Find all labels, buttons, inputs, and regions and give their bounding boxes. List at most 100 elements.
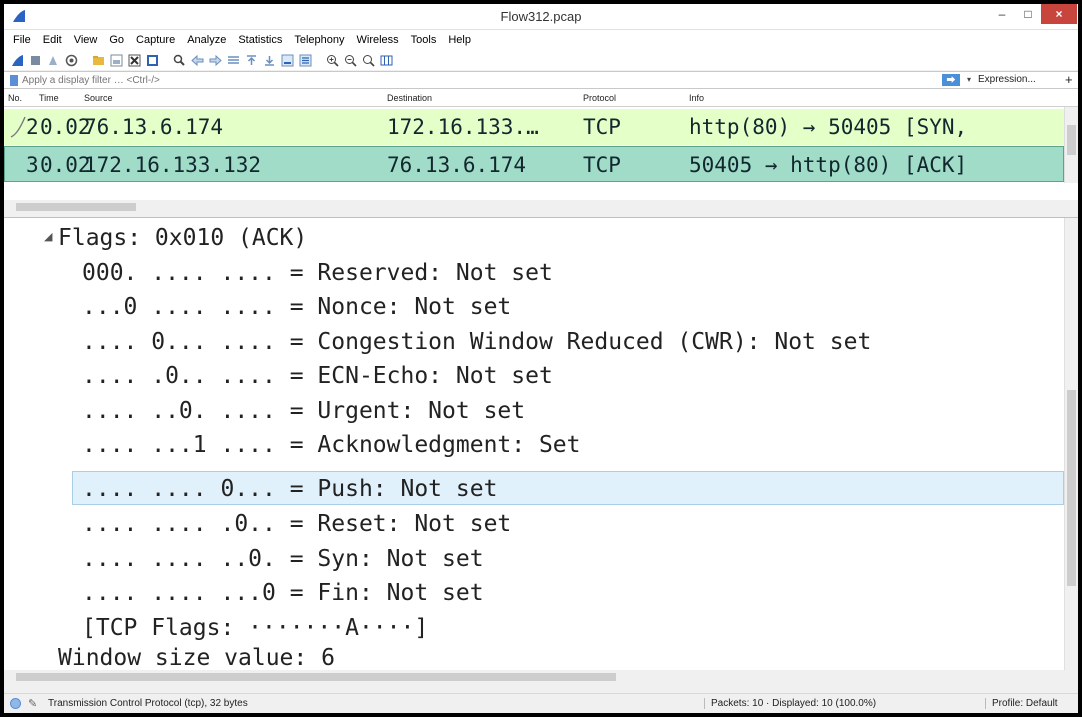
bookmark-icon[interactable] (10, 75, 18, 86)
wireshark-window: Flow312.pcap – □ × File Edit View Go Cap… (4, 4, 1078, 713)
filter-history-dropdown[interactable]: ▾ (963, 74, 975, 86)
packet-protocol: TCP (583, 153, 621, 177)
reload-icon[interactable] (145, 53, 160, 68)
menu-wireless[interactable]: Wireless (351, 34, 405, 46)
stop-icon[interactable] (28, 53, 43, 68)
options-icon[interactable] (64, 53, 79, 68)
shark-fin-start-icon[interactable] (10, 53, 25, 68)
column-header-no[interactable]: No. (8, 93, 22, 103)
toolbar-separator (163, 53, 169, 68)
packet-source: 172.16.133.132 (84, 153, 262, 177)
detail-tree-item[interactable]: [TCP Flags: ·······A····] (82, 611, 428, 645)
menu-analyze[interactable]: Analyze (181, 34, 232, 46)
column-header-destination[interactable]: Destination (387, 93, 432, 103)
save-icon[interactable] (109, 53, 124, 68)
column-header-source[interactable]: Source (84, 93, 113, 103)
capture-comment-icon[interactable]: ✎ (28, 697, 37, 710)
detail-tree-item[interactable]: .... 0... .... = Congestion Window Reduc… (82, 325, 871, 359)
packet-list-vertical-scrollbar[interactable] (1064, 107, 1078, 183)
collapse-arrow-icon[interactable]: ◢ (44, 230, 52, 243)
find-icon[interactable] (172, 53, 187, 68)
detail-tree-item[interactable]: .... .... .0.. = Reset: Not set (82, 507, 511, 541)
zoom-in-icon[interactable] (325, 53, 340, 68)
last-icon[interactable] (262, 53, 277, 68)
minimize-button[interactable]: – (989, 4, 1015, 24)
main-toolbar (4, 50, 1078, 70)
detail-tree-item[interactable]: ...0 .... .... = Nonce: Not set (82, 290, 511, 324)
detail-tree-item[interactable]: .... .... ..0. = Syn: Not set (82, 542, 484, 576)
packet-protocol: TCP (583, 115, 621, 139)
packet-row-selected[interactable]: 3 0.02 172.16.133.132 76.13.6.174 TCP 50… (4, 146, 1064, 182)
packet-list: No. Time Source Destination Protocol Inf… (4, 89, 1078, 214)
packet-time: 0.02 (40, 115, 91, 139)
status-packet-counts: Packets: 10 · Displayed: 10 (100.0%) (704, 698, 876, 709)
packet-no: 2 (26, 115, 39, 139)
apply-filter-button[interactable]: ⮕ (942, 74, 960, 86)
autoscroll-icon[interactable] (280, 53, 295, 68)
packet-row[interactable]: 2 0.02 76.13.6.174 172.16.133.… TCP http… (4, 109, 1064, 145)
toolbar-separator (82, 53, 88, 68)
packet-destination: 76.13.6.174 (387, 153, 527, 177)
menu-statistics[interactable]: Statistics (232, 34, 288, 46)
menu-telephony[interactable]: Telephony (288, 34, 350, 46)
packet-info: 50405 → http(80) [ACK] (689, 153, 968, 177)
forward-icon[interactable] (208, 53, 223, 68)
packet-list-horizontal-scrollbar[interactable] (4, 200, 1078, 214)
back-icon[interactable] (190, 53, 205, 68)
menu-file[interactable]: File (7, 34, 37, 46)
expression-button[interactable]: Expression... (978, 74, 1036, 85)
open-folder-icon[interactable] (91, 53, 106, 68)
packet-source: 76.13.6.174 (84, 115, 224, 139)
toolbar-separator (316, 53, 322, 68)
close-file-icon[interactable] (127, 53, 142, 68)
colorize-icon[interactable] (298, 53, 313, 68)
menu-help[interactable]: Help (442, 34, 477, 46)
detail-tree-item-selected[interactable]: .... .... 0... = Push: Not set (72, 471, 1064, 505)
zoom-reset-icon[interactable] (361, 53, 376, 68)
menu-tools[interactable]: Tools (405, 34, 443, 46)
detail-tree-item[interactable]: .... ..0. .... = Urgent: Not set (82, 394, 525, 428)
zoom-out-icon[interactable] (343, 53, 358, 68)
packet-no: 3 (26, 153, 39, 177)
packet-destination: 172.16.133.… (387, 115, 539, 139)
scrollbar-thumb[interactable] (16, 673, 616, 681)
display-filter-bar: ⮕ ▾ Expression... + (4, 71, 1078, 89)
window-title: Flow312.pcap (500, 9, 582, 24)
title-bar: Flow312.pcap – □ × (4, 4, 1078, 30)
close-button[interactable]: × (1041, 4, 1077, 24)
packet-info: http(80) → 50405 [SYN, (689, 115, 968, 139)
detail-tree-item[interactable]: .... ...1 .... = Acknowledgment: Set (82, 428, 581, 462)
first-icon[interactable] (244, 53, 259, 68)
packet-list-header: No. Time Source Destination Protocol Inf… (4, 89, 1078, 107)
column-header-time[interactable]: Time (39, 93, 59, 103)
packet-time: 0.02 (40, 153, 91, 177)
column-header-info[interactable]: Info (689, 93, 704, 103)
menu-go[interactable]: Go (103, 34, 130, 46)
scrollbar-thumb[interactable] (1067, 390, 1076, 586)
scrollbar-thumb[interactable] (1067, 125, 1076, 155)
menu-view[interactable]: View (68, 34, 104, 46)
restart-icon[interactable] (46, 53, 61, 68)
status-bar: ✎ Transmission Control Protocol (tcp), 3… (4, 693, 1078, 713)
column-header-protocol[interactable]: Protocol (583, 93, 616, 103)
detail-tree-item[interactable]: .... .0.. .... = ECN-Echo: Not set (82, 359, 553, 393)
status-field-info: Transmission Control Protocol (tcp), 32 … (48, 698, 248, 709)
profile-selector[interactable]: Profile: Default (985, 698, 1058, 709)
add-filter-button[interactable]: + (1065, 72, 1073, 87)
details-horizontal-scrollbar[interactable] (4, 670, 1078, 684)
detail-tree-item[interactable]: Flags: 0x010 (ACK) (58, 221, 307, 255)
goto-icon[interactable] (226, 53, 241, 68)
maximize-button[interactable]: □ (1015, 4, 1041, 24)
detail-tree-item[interactable]: .... .... ...0 = Fin: Not set (82, 576, 484, 610)
scrollbar-thumb[interactable] (16, 203, 136, 211)
details-vertical-scrollbar[interactable] (1064, 218, 1078, 670)
detail-tree-item[interactable]: 000. .... .... = Reserved: Not set (82, 256, 553, 290)
packet-details-pane: ◢ Flags: 0x010 (ACK) 000. .... .... = Re… (4, 217, 1078, 684)
menu-edit[interactable]: Edit (37, 34, 68, 46)
related-packet-icon (10, 116, 26, 138)
display-filter-input[interactable] (22, 72, 1022, 88)
menu-capture[interactable]: Capture (130, 34, 181, 46)
expert-info-icon[interactable] (10, 698, 21, 709)
resize-columns-icon[interactable] (379, 53, 394, 68)
menu-bar: File Edit View Go Capture Analyze Statis… (4, 30, 1078, 50)
